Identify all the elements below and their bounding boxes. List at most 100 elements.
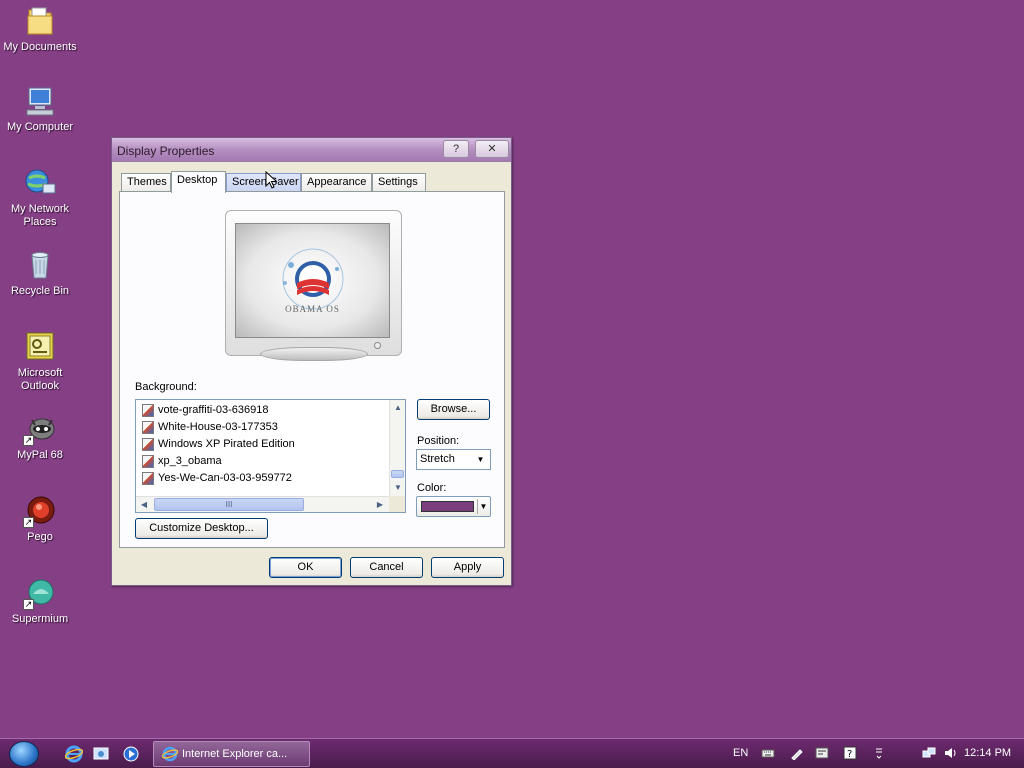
desktop-icon-label: MyPal 68 [17, 449, 63, 461]
desktop-icon-label: My Network Places [10, 203, 70, 228]
language-indicator[interactable]: EN [733, 747, 748, 759]
keyboard-icon[interactable] [761, 746, 775, 760]
start-button[interactable] [9, 741, 39, 767]
desktop-icon-pego[interactable]: ↗ Pego [0, 494, 80, 544]
pego-icon: ↗ [23, 494, 57, 528]
customize-desktop-button[interactable]: Customize Desktop... [135, 518, 268, 539]
apply-button[interactable]: Apply [431, 557, 504, 578]
color-label: Color: [417, 482, 447, 494]
raccoon-icon: ↗ [23, 412, 57, 446]
help-button[interactable]: ? [443, 140, 469, 158]
internet-explorer-icon[interactable] [65, 745, 83, 763]
desktop-icon-my-computer[interactable]: My Computer [0, 84, 80, 134]
folder-icon [23, 4, 57, 38]
taskbar-item-internet-explorer[interactable]: Internet Explorer ca... [153, 741, 310, 767]
desktop-icon-microsoft-outlook[interactable]: Microsoft Outlook [0, 330, 80, 393]
image-file-icon [142, 454, 154, 468]
desktop-icon-label: Microsoft Outlook [17, 367, 63, 392]
desktop-icon-recycle-bin[interactable]: Recycle Bin [0, 248, 80, 298]
browse-button[interactable]: Browse... [417, 399, 490, 420]
tab-themes[interactable]: Themes [121, 173, 171, 192]
show-desktop-icon[interactable] [92, 745, 110, 763]
taskbar: Internet Explorer ca... EN ? 12:14 PM [0, 738, 1024, 768]
color-picker-button[interactable]: ▼ [416, 496, 491, 517]
options-menu-icon[interactable] [872, 746, 886, 760]
tab-screen-saver[interactable]: Screen Saver [226, 173, 301, 192]
dialog-title: Display Properties [117, 144, 215, 158]
media-player-icon[interactable] [122, 745, 140, 763]
background-list[interactable]: vote-graffiti-03-636918 White-House-03-1… [135, 399, 406, 513]
desktop-icon-mypal[interactable]: ↗ MyPal 68 [0, 412, 80, 462]
monitor-preview: OBAMA OS [225, 210, 402, 356]
monitor-stand [260, 347, 368, 361]
list-item-label: White-House-03-177353 [158, 421, 278, 433]
list-item-label: Yes-We-Can-03-03-959772 [158, 472, 292, 484]
recycle-bin-icon [23, 248, 57, 282]
scroll-down-icon[interactable]: ▼ [390, 480, 406, 496]
desktop-icon-supermium[interactable]: ↗ Supermium [0, 576, 80, 626]
scroll-right-icon[interactable]: ▶ [372, 497, 388, 513]
supermium-icon: ↗ [23, 576, 57, 610]
scroll-corner [389, 496, 405, 512]
display-properties-dialog: Display Properties ? ✕ Themes Desktop Sc… [111, 137, 512, 586]
image-file-icon [142, 403, 154, 417]
background-label: Background: [135, 381, 197, 393]
scroll-up-icon[interactable]: ▲ [390, 400, 406, 416]
scroll-left-icon[interactable]: ◀ [136, 497, 152, 513]
close-button[interactable]: ✕ [475, 140, 509, 158]
image-file-icon [142, 437, 154, 451]
ok-button[interactable]: OK [269, 557, 342, 578]
dialog-titlebar[interactable]: Display Properties ? ✕ [112, 138, 511, 162]
preview-caption: OBAMA OS [285, 304, 340, 314]
list-item-label: Windows XP Pirated Edition [158, 438, 295, 450]
shortcut-arrow-icon: ↗ [23, 599, 34, 610]
tab-desktop[interactable]: Desktop [171, 171, 226, 193]
list-item[interactable]: xp_3_obama [142, 453, 222, 469]
help-icon[interactable]: ? [843, 746, 857, 760]
vertical-scrollbar[interactable]: ▲ ▼ [389, 400, 405, 496]
clock: 12:14 PM [964, 747, 1012, 759]
image-file-icon [142, 471, 154, 485]
computer-icon [23, 84, 57, 118]
shortcut-arrow-icon: ↗ [23, 517, 34, 528]
chevron-down-icon[interactable]: ▼ [473, 452, 488, 467]
svg-text:?: ? [847, 749, 852, 760]
volume-icon[interactable] [943, 746, 957, 760]
list-item[interactable]: Windows XP Pirated Edition [142, 436, 295, 452]
scroll-grip: III [225, 500, 233, 509]
desktop-icon-my-documents[interactable]: My Documents [0, 4, 80, 54]
horizontal-scroll-thumb[interactable]: III [154, 498, 304, 511]
tab-settings[interactable]: Settings [372, 173, 426, 192]
taskbar-item-label: Internet Explorer ca... [182, 748, 288, 760]
list-item[interactable]: White-House-03-177353 [142, 419, 278, 435]
tab-appearance[interactable]: Appearance [301, 173, 372, 192]
cancel-button[interactable]: Cancel [350, 557, 423, 578]
list-item-label: vote-graffiti-03-636918 [158, 404, 269, 416]
desktop-icon-label: My Computer [6, 121, 74, 133]
list-item[interactable]: vote-graffiti-03-636918 [142, 402, 268, 418]
desktop-icon-my-network-places[interactable]: My Network Places [0, 166, 80, 229]
desktop-tab-panel: OBAMA OS Background: vote-graffiti-03-63… [119, 191, 505, 548]
position-label: Position: [417, 435, 460, 447]
language-bar-icon[interactable] [815, 746, 829, 760]
obama-logo-icon [282, 248, 344, 310]
outlook-icon [23, 330, 57, 364]
list-item[interactable]: Yes-We-Can-03-03-959772 [142, 470, 292, 486]
list-item-label: xp_3_obama [158, 455, 222, 467]
chevron-down-icon[interactable]: ▼ [477, 499, 489, 514]
desktop-icon-label: Pego [27, 531, 53, 543]
mouse-cursor-icon [265, 171, 277, 189]
shortcut-arrow-icon: ↗ [23, 435, 34, 446]
pen-icon[interactable] [790, 746, 804, 760]
network-icon[interactable] [922, 746, 936, 760]
horizontal-scrollbar[interactable]: ◀ III ▶ [136, 496, 390, 512]
color-swatch [421, 501, 474, 512]
internet-explorer-icon [162, 746, 178, 762]
position-value: Stretch [420, 453, 455, 465]
position-select[interactable]: Stretch ▼ [416, 449, 491, 470]
desktop-icon-label: My Documents [3, 41, 77, 53]
wallpaper-preview: OBAMA OS [235, 223, 390, 338]
network-globe-icon [23, 166, 57, 200]
power-button-icon [374, 342, 381, 349]
vertical-scroll-thumb[interactable] [391, 470, 404, 478]
